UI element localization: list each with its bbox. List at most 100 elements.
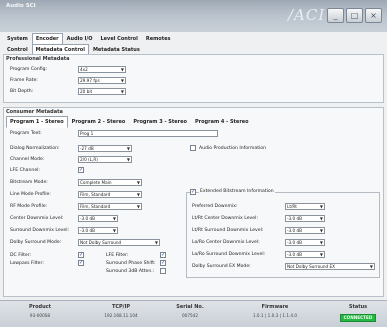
ltrt-surround-select[interactable]: -3.0 dB ▼ <box>285 227 325 234</box>
chevron-down-icon: ▼ <box>319 228 323 233</box>
bitstream-mode-value: Complete Main <box>80 180 112 185</box>
dc-filter-label: DC Filter: <box>10 253 32 258</box>
dc-filter-checkbox[interactable]: ✓ <box>78 252 84 258</box>
frame-rate-select[interactable]: 29.97 fps ▼ <box>78 77 126 84</box>
tab-program-4[interactable]: Program 4 - Stereo <box>191 116 253 128</box>
chevron-down-icon: ▼ <box>112 228 116 233</box>
surround-phase-checkbox[interactable]: ✓ <box>160 260 166 266</box>
surround-phase-label: Surround Phase Shift: <box>106 261 156 266</box>
program-config-value: 4x2 <box>80 67 88 72</box>
minimize-icon: _ <box>333 11 338 20</box>
minimize-button[interactable]: _ <box>327 8 344 23</box>
preferred-downmix-label: Preferred Downmix: <box>192 204 238 209</box>
dolby-ex-label: Dolby Surround EX Mode: <box>192 264 251 269</box>
frame-rate-value: 29.97 fps <box>80 78 100 83</box>
center-downmix-select[interactable]: -3.0 dB ▼ <box>78 215 118 222</box>
professional-metadata-title: Professional Metadata <box>6 56 70 62</box>
chevron-down-icon: ▼ <box>120 67 124 72</box>
channel-mode-select[interactable]: 2/0 (L,R) ▼ <box>78 156 132 163</box>
ltrt-center-value: -3.0 dB <box>287 216 303 221</box>
loro-surround-value: -3.0 dB <box>287 252 303 257</box>
chevron-down-icon: ▼ <box>136 192 140 197</box>
rf-mode-label: RF Mode Profile: <box>10 204 48 209</box>
loro-center-value: -3.0 dB <box>287 240 303 245</box>
dialog-normalization-label: Dialog Normalization: <box>10 146 60 151</box>
audio-production-checkbox[interactable] <box>190 145 196 151</box>
ltrt-surround-label: Lt/Rt Surround Downmix Level: <box>192 228 264 233</box>
chevron-down-icon: ▼ <box>319 240 323 245</box>
frame-rate-label: Frame Rate: <box>10 78 38 83</box>
tab-program-1[interactable]: Program 1 - Stereo <box>6 116 68 128</box>
dolby-surround-mode-label: Dolby Surround Mode: <box>10 240 62 245</box>
consumer-metadata-title: Consumer Metadata <box>6 109 63 115</box>
close-button[interactable]: × <box>365 8 382 23</box>
dialog-normalization-select[interactable]: -27 dB ▼ <box>78 145 132 152</box>
line-mode-label: Line Mode Profile: <box>10 192 51 197</box>
chevron-down-icon: ▼ <box>120 78 124 83</box>
surround-downmix-value: -3.0 dB <box>80 228 96 233</box>
chevron-down-icon: ▼ <box>112 216 116 221</box>
rf-mode-select[interactable]: Film, Standard ▼ <box>78 203 142 210</box>
surround-downmix-label: Surround Downmix Level: <box>10 228 70 233</box>
channel-mode-label: Channel Mode: <box>10 157 45 162</box>
chevron-down-icon: ▼ <box>319 252 323 257</box>
tab-program-2[interactable]: Program 2 - Stereo <box>68 116 130 128</box>
dolby-ex-value: Not Dolby Surround EX <box>287 264 336 269</box>
rf-mode-value: Film, Standard <box>80 204 111 209</box>
app-window: Audio SCI /ACI _ □ × System Encoder Audi… <box>0 0 387 327</box>
maximize-button[interactable]: □ <box>346 8 363 23</box>
loro-surround-select[interactable]: -3.0 dB ▼ <box>285 251 325 258</box>
audio-production-label: Audio Production Information <box>199 146 267 151</box>
lowpass-filter-label: Lowpass Filter: <box>10 261 44 266</box>
bit-depth-label: Bit Depth: <box>10 89 34 94</box>
chevron-down-icon: ▼ <box>319 216 323 221</box>
ltrt-center-label: Lt/Rt Center Downmix Level: <box>192 216 258 221</box>
extended-bitstream-checkbox[interactable]: ✓ <box>190 189 196 195</box>
chevron-down-icon: ▼ <box>154 240 158 245</box>
surround-3db-checkbox[interactable] <box>160 268 166 274</box>
dolby-surround-mode-select[interactable]: Not Dolby Surround ▼ <box>78 239 160 246</box>
dolby-ex-select[interactable]: Not Dolby Surround EX ▼ <box>285 263 375 270</box>
bitstream-mode-select[interactable]: Complete Main ▼ <box>78 179 142 186</box>
tab-remotes[interactable]: Remotes <box>142 33 175 45</box>
tcpip-value: 192.168.11.104 <box>104 313 138 318</box>
line-mode-select[interactable]: Film, Standard ▼ <box>78 191 142 198</box>
preferred-downmix-select[interactable]: Lt/Rt ▼ <box>285 203 325 210</box>
product-value: 93-000S8 <box>29 313 51 318</box>
serial-label: Serial No. <box>176 304 204 310</box>
chevron-down-icon: ▼ <box>126 157 130 162</box>
lfe-filter-label: LFE Filter: <box>106 253 129 258</box>
center-downmix-value: -3.0 dB <box>80 216 96 221</box>
preferred-downmix-value: Lt/Rt <box>287 204 297 209</box>
program-config-select[interactable]: 4x2 ▼ <box>78 66 126 73</box>
program-text-input[interactable]: Prog 1 <box>78 130 218 137</box>
firmware-value: 1.0.1 | 1.0.3 | 1.1.4.0 <box>252 313 298 318</box>
loro-center-select[interactable]: -3.0 dB ▼ <box>285 239 325 246</box>
ltrt-center-select[interactable]: -3.0 dB ▼ <box>285 215 325 222</box>
surround-downmix-select[interactable]: -3.0 dB ▼ <box>78 227 118 234</box>
tcpip-label: TCP/IP <box>111 304 131 310</box>
firmware-label: Firmware <box>261 304 289 310</box>
dolby-surround-mode-value: Not Dolby Surround <box>80 240 122 245</box>
channel-mode-value: 2/0 (L,R) <box>80 157 98 162</box>
center-downmix-label: Center Downmix Level: <box>10 216 64 221</box>
program-config-label: Program Config: <box>10 67 48 72</box>
window-title: Audio SCI <box>6 3 36 9</box>
loro-center-label: Lo/Ro Center Downmix Level: <box>192 240 260 245</box>
program-text-label: Program Text: <box>10 131 42 136</box>
title-bar: Audio SCI /ACI _ □ × <box>0 0 387 32</box>
program-tabs: Program 1 - Stereo Program 2 - Stereo Pr… <box>6 116 253 128</box>
lfe-channel-checkbox[interactable]: ✓ <box>78 167 84 173</box>
lfe-filter-checkbox[interactable]: ✓ <box>160 252 166 258</box>
bit-depth-select[interactable]: 20 bit ▼ <box>78 88 126 95</box>
chevron-down-icon: ▼ <box>136 180 140 185</box>
bit-depth-value: 20 bit <box>80 89 93 94</box>
ltrt-surround-value: -3.0 dB <box>287 228 303 233</box>
chevron-down-icon: ▼ <box>126 146 130 151</box>
tab-program-3[interactable]: Program 3 - Stereo <box>129 116 191 128</box>
status-label: Status <box>348 304 368 310</box>
status-badge: CONNECTED <box>340 314 376 322</box>
chevron-down-icon: ▼ <box>369 264 373 269</box>
lfe-channel-label: LFE Channel: <box>10 168 40 173</box>
lowpass-filter-checkbox[interactable]: ✓ <box>78 260 84 266</box>
